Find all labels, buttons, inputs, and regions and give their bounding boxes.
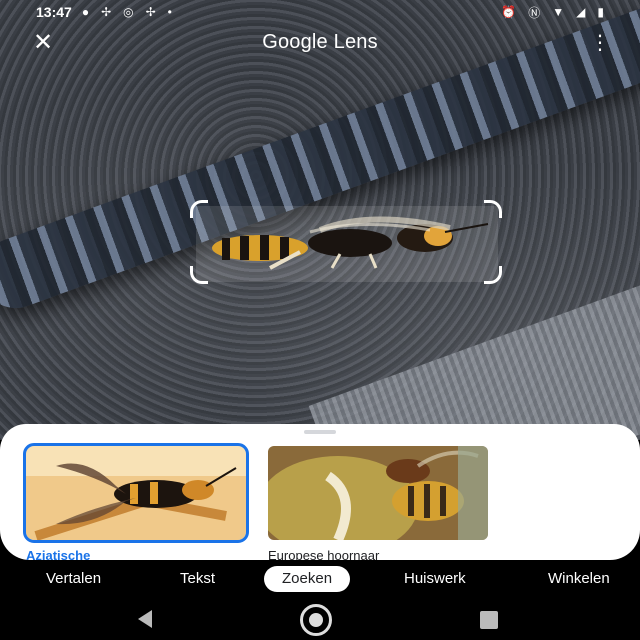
- back-icon[interactable]: [138, 610, 152, 628]
- tab-vertalen[interactable]: Vertalen: [46, 566, 101, 592]
- top-bar: ✕ Google Lens ⋮: [0, 28, 640, 58]
- result-label[interactable]: Aziatische: [26, 548, 246, 560]
- system-nav-bar: [0, 600, 640, 640]
- board-background: [308, 262, 640, 440]
- notification-icons: ● ✢ ◎ ✢ •: [82, 5, 172, 19]
- sheet-drag-handle[interactable]: [304, 430, 336, 434]
- hornet-subject-image: [212, 216, 489, 270]
- battery-icon: ▮: [597, 5, 604, 19]
- european-hornet-image: [268, 446, 488, 540]
- system-icons: ⏰ Ⓝ ▼ ◢ ▮: [501, 4, 604, 21]
- selection-corner-top-right[interactable]: [484, 200, 502, 218]
- results-sheet[interactable]: Aziatische Europese hoornaar: [0, 424, 640, 560]
- nfc-icon: Ⓝ: [528, 5, 541, 20]
- home-icon[interactable]: [300, 604, 332, 636]
- tab-zoeken[interactable]: Zoeken: [264, 566, 351, 592]
- more-options-icon[interactable]: ⋮: [590, 30, 610, 56]
- status-time: 13:47: [36, 4, 72, 20]
- wifi-icon: ▼: [552, 5, 565, 19]
- selection-corner-bottom-right[interactable]: [484, 266, 502, 284]
- result-thumbnail[interactable]: [23, 443, 249, 543]
- asian-hornet-image: [26, 446, 246, 540]
- recents-icon[interactable]: [480, 611, 498, 629]
- instagram-icon: ◎: [123, 5, 134, 19]
- app-title: Google Lens: [262, 31, 378, 53]
- signal-icon: ◢: [576, 5, 586, 19]
- result-label[interactable]: Europese hoornaar: [268, 548, 488, 560]
- tab-huiswerk[interactable]: Huiswerk: [404, 566, 466, 592]
- tab-tekst[interactable]: Tekst: [180, 566, 215, 592]
- alarm-icon: ⏰: [501, 5, 517, 19]
- tab-winkelen[interactable]: Winkelen: [548, 566, 610, 592]
- lens-mode-tabs: Vertalen Tekst Zoeken Huiswerk Winkelen: [0, 562, 640, 594]
- result-thumbnail[interactable]: [268, 446, 488, 540]
- camera-viewfinder[interactable]: [0, 0, 640, 440]
- selection-corner-top-left[interactable]: [190, 200, 208, 218]
- fan-icon: ✢: [101, 5, 112, 19]
- result-card[interactable]: Europese hoornaar: [268, 446, 488, 560]
- dot-icon: •: [167, 5, 172, 19]
- messenger-icon: ●: [81, 5, 90, 19]
- fan-icon: ✢: [145, 5, 156, 19]
- result-card[interactable]: Aziatische: [23, 443, 249, 560]
- status-bar: 13:47 ● ✢ ◎ ✢ • ⏰ Ⓝ ▼ ◢ ▮: [0, 0, 640, 24]
- selection-corner-bottom-left[interactable]: [190, 266, 208, 284]
